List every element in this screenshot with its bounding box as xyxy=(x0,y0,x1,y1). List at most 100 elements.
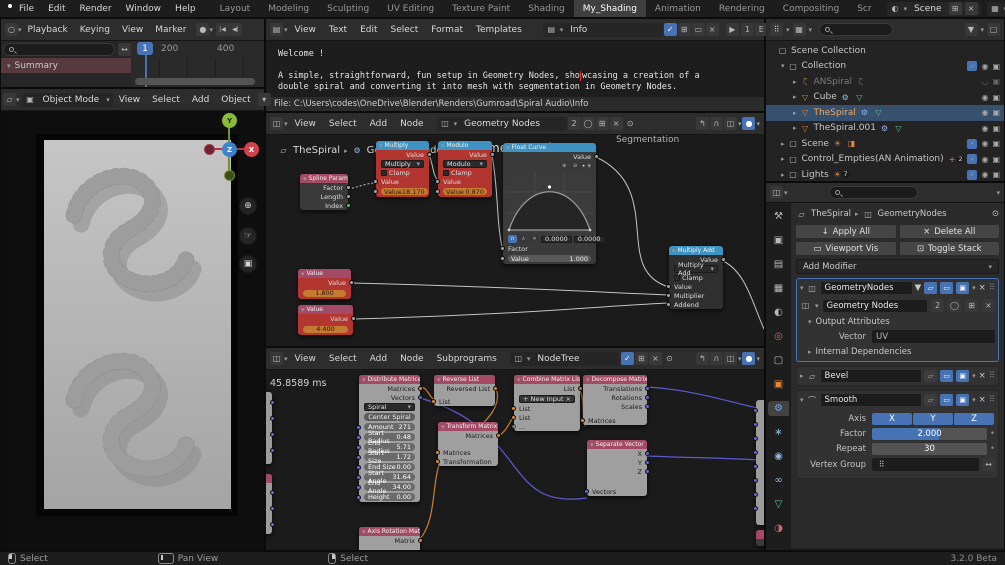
editor-type-icon[interactable]: ◫ xyxy=(270,117,283,130)
realtime-toggle[interactable]: ▭ xyxy=(940,282,954,294)
outliner-row-thespiral[interactable]: ▸ ▽ TheSpiral ⚙ ▽ ◉ ▣ xyxy=(766,105,1004,121)
modifier-name-field[interactable]: Smooth xyxy=(820,394,922,406)
triangle-right-icon[interactable]: ▸ xyxy=(793,93,797,101)
menu-keying[interactable]: Keying xyxy=(74,23,116,37)
node-multiply-add[interactable]: ▾ Multiply Add Value Multiply Add ▾ Clamp … xyxy=(666,246,726,309)
view-layer-selector[interactable]: ▦ ▾ View Layer ⊞ × xyxy=(986,1,1005,16)
menu-file[interactable]: File xyxy=(12,2,41,16)
socket[interactable] xyxy=(753,436,758,441)
menu-render[interactable]: Render xyxy=(73,2,119,16)
repeat-field[interactable]: 30 xyxy=(872,443,987,455)
workspace-sculpting[interactable]: Sculpting xyxy=(318,0,378,17)
point-y-field[interactable]: 0.0000 xyxy=(573,235,605,243)
clamp-checkbox[interactable] xyxy=(674,274,680,281)
socket[interactable] xyxy=(666,302,671,307)
collapse-icon[interactable]: ▾ xyxy=(672,247,676,255)
close-icon[interactable]: × xyxy=(964,2,978,15)
menu-node[interactable]: Node xyxy=(394,117,430,131)
socket[interactable] xyxy=(270,448,275,453)
node-axis-rotation-matrix[interactable]: ▾Axis Rotation Matrix Matrix xyxy=(359,527,423,550)
node-separate-vector[interactable]: ▾ Separate Vector X Y Z Vectors xyxy=(584,440,650,496)
fake-user-shield-icon[interactable]: ◯ xyxy=(581,117,595,130)
menu-view[interactable]: View xyxy=(289,23,322,37)
new-text-icon[interactable]: ⊞ xyxy=(677,23,691,36)
socket[interactable] xyxy=(753,450,758,455)
new-collection-icon[interactable]: ▢ xyxy=(987,23,1001,36)
modifier-panel-smooth[interactable]: ▾ ⌒ Smooth ▱ ▭ ▣ ▾ × ⠿ Axis X Y Z Factor… xyxy=(796,390,999,479)
socket[interactable] xyxy=(349,280,354,285)
breadcrumb-object[interactable]: TheSpiral xyxy=(811,209,851,219)
outliner-row-control-empties[interactable]: ▸ ▢ Control_Empties(AN Animation) +2 ✓ ◉ ▣ xyxy=(766,152,1004,168)
menu-node[interactable]: Node xyxy=(394,352,430,366)
value-slider[interactable]: Value 1.000 xyxy=(508,255,591,263)
workspace-compositing[interactable]: Compositing xyxy=(774,0,848,17)
socket[interactable] xyxy=(427,152,432,157)
socket[interactable] xyxy=(580,418,585,423)
socket[interactable] xyxy=(645,460,650,465)
socket[interactable] xyxy=(418,395,423,400)
socket[interactable] xyxy=(373,189,378,194)
render-visibility-icon[interactable]: ▣ xyxy=(992,139,1000,148)
drag-handle-icon[interactable]: ⠿ xyxy=(989,395,995,405)
socket[interactable] xyxy=(270,490,275,495)
text-datablock-selector[interactable]: ▤ ▾ Info xyxy=(542,22,663,37)
animate-dot-icon[interactable]: • xyxy=(990,429,995,439)
socket[interactable] xyxy=(351,316,356,321)
triangle-right-icon[interactable]: ▸ xyxy=(793,109,797,117)
menu-playback[interactable]: Playback xyxy=(22,23,74,37)
height-field[interactable]: Height 0.00 xyxy=(364,493,415,501)
hide-eye-icon[interactable]: ◡ xyxy=(981,77,988,86)
pin-icon[interactable]: ⊙ xyxy=(992,209,999,219)
new-tree-icon[interactable]: ⊞ xyxy=(595,117,609,130)
menu-select[interactable]: Select xyxy=(323,117,363,131)
collapse-icon[interactable]: ▾ xyxy=(301,270,305,278)
render-visibility-icon[interactable]: ▣ xyxy=(992,93,1000,102)
open-text-icon[interactable]: ▭ xyxy=(691,23,705,36)
operation-dropdown[interactable]: Modulo ▾ xyxy=(443,159,487,168)
display-mode-icon[interactable]: ⠿ xyxy=(770,23,783,36)
workspace-my-shading[interactable]: My_Shading xyxy=(573,0,646,17)
filter-id-type-icon[interactable]: ▦ xyxy=(792,23,806,36)
tab-world[interactable]: ◎ xyxy=(768,329,789,344)
triangle-right-icon[interactable]: ▸ xyxy=(781,155,785,163)
vertex-group-filter-icon[interactable]: ▼ xyxy=(915,283,922,293)
tab-collection[interactable]: ▢ xyxy=(768,353,789,368)
workspace-animation[interactable]: Animation xyxy=(646,0,710,17)
delete-point-icon[interactable]: ✕ xyxy=(530,235,539,243)
tab-object-data[interactable]: ▽ xyxy=(768,497,789,512)
socket[interactable] xyxy=(511,424,516,429)
socket[interactable] xyxy=(511,406,516,411)
socket[interactable] xyxy=(584,489,589,494)
hide-eye-icon[interactable]: ◉ xyxy=(981,170,988,179)
socket[interactable] xyxy=(431,399,436,404)
go-to-parent-tree-button[interactable]: ↰ xyxy=(695,117,709,130)
socket[interactable] xyxy=(346,203,351,208)
socket[interactable] xyxy=(511,415,516,420)
menu-select[interactable]: Select xyxy=(385,23,425,37)
animate-dot-icon[interactable]: • xyxy=(990,444,995,454)
socket[interactable] xyxy=(500,246,505,251)
tab-view-layer[interactable]: ▦ xyxy=(768,281,789,296)
socket[interactable] xyxy=(753,408,758,413)
tab-object[interactable]: ▣ xyxy=(768,377,789,392)
socket[interactable] xyxy=(753,506,758,511)
render-visibility-icon[interactable]: ▣ xyxy=(992,62,1000,71)
vector-attribute-field[interactable]: UV xyxy=(872,330,995,343)
chevron-down-icon[interactable]: ▾ xyxy=(587,162,591,170)
socket[interactable] xyxy=(645,451,650,456)
socket[interactable] xyxy=(356,454,361,460)
outliner-search-input[interactable] xyxy=(819,23,893,36)
menu-edit[interactable]: Edit xyxy=(41,2,72,16)
handle-tool-icon[interactable]: ∧ xyxy=(519,235,528,243)
tab-particles[interactable]: ∗ xyxy=(768,425,789,440)
render-visibility-icon[interactable]: ▣ xyxy=(992,108,1000,117)
node-transform-matrix[interactable]: ▾ Transform Matrix Matrices Matrices Tran… xyxy=(435,422,501,466)
node-combine-matrix-list[interactable]: ▾ Combine Matrix List List + New Input × Li… xyxy=(511,375,583,431)
menu-add[interactable]: Add xyxy=(186,93,215,107)
socket[interactable] xyxy=(418,538,423,543)
value-field[interactable]: Value 0.870 xyxy=(443,188,487,196)
editor-type-icon[interactable]: ▤ xyxy=(270,23,283,36)
socket[interactable] xyxy=(645,395,650,400)
workspace-rendering[interactable]: Rendering xyxy=(710,0,774,17)
pan-hand-tool-button[interactable]: ☞ xyxy=(239,227,257,245)
